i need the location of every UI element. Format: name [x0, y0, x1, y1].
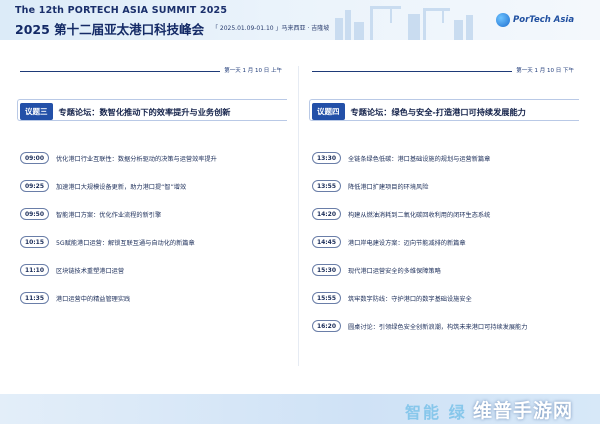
session-time: 09:25: [20, 180, 49, 192]
column-divider: [298, 66, 299, 366]
footer-slogan: 智能 绿: [405, 403, 467, 422]
session-time: 14:20: [312, 208, 341, 220]
topic-badge: 议题三: [20, 103, 53, 120]
topic-title: 专题论坛：数智化推动下的效率提升与业务创新: [58, 106, 231, 117]
agenda-column-morning: 第一天 1 月 10 日 上午 议题三 专题论坛：数智化推动下的效率提升与业务创…: [17, 66, 287, 304]
session-time: 16:20: [312, 320, 341, 332]
session-item: 15:55 筑牢数字防线：守护港口的数字基础设施安全: [312, 291, 472, 305]
session-time: 14:45: [312, 236, 341, 248]
session-item: 14:20 构建从燃油消耗到二氧化碳回收利用的闭环生态系统: [312, 207, 490, 221]
port-skyline-graphic: [335, 6, 473, 40]
topic-title: 专题论坛：绿色与安全-打造港口可持续发展能力: [350, 106, 526, 117]
date-header: 第一天 1 月 10 日 上午: [20, 66, 282, 76]
logo-text: PorTech Asia: [513, 15, 575, 25]
session-time: 15:55: [312, 292, 341, 304]
summit-title-cn: 2025 第十二届亚太港口科技峰会: [15, 22, 205, 37]
session-title: 加速港口大规模设备更新，助力港口提“智”增效: [56, 183, 187, 191]
session-item: 13:55 降低港口扩建项目的环境风险: [312, 179, 428, 193]
globe-icon: [496, 13, 510, 27]
session-item: 11:10 区块链技术重塑港口运营: [20, 263, 124, 277]
session-title: 降低港口扩建项目的环境风险: [348, 183, 429, 191]
divider-line: [20, 71, 220, 72]
session-title: 构建从燃油消耗到二氧化碳回收利用的闭环生态系统: [348, 211, 491, 219]
divider-line: [312, 71, 512, 72]
agenda-column-afternoon: 第一天 1 月 10 日 下午 议题四 专题论坛：绿色与安全-打造港口可持续发展…: [309, 66, 579, 332]
session-item: 13:30 全链条绿色低碳：港口基础设施的规划与运营新篇章: [312, 151, 490, 165]
summit-title-en: The 12th PORTECH ASIA SUMMIT 2025: [15, 5, 228, 16]
session-item: 16:20 圆桌讨论：引领绿色安全创新浪潮，构筑未来港口可持续发展能力: [312, 319, 527, 333]
session-time: 13:55: [312, 180, 341, 192]
session-time: 11:35: [20, 292, 49, 304]
topic-header: 议题四 专题论坛：绿色与安全-打造港口可持续发展能力: [312, 103, 526, 120]
session-item: 14:45 港口岸电建设方案：迈向节能减排的新篇章: [312, 235, 466, 249]
session-item: 09:25 加速港口大规模设备更新，助力港口提“智”增效: [20, 179, 186, 193]
session-title: 优化港口行业互联性：数据分析驱动的决策与运营效率提升: [56, 155, 217, 163]
session-item: 09:50 智能港口方案：优化作业流程的新引擎: [20, 207, 161, 221]
session-item: 11:35 港口运营中的精益管理实践: [20, 291, 130, 305]
session-time: 09:50: [20, 208, 49, 220]
session-title: 区块链技术重塑港口运营: [56, 267, 125, 275]
footer-band: 智能 绿 维普手游网: [0, 394, 600, 424]
date-header: 第一天 1 月 10 日 下午: [312, 66, 574, 76]
portech-logo: PorTech Asia: [496, 12, 574, 28]
session-time: 10:15: [20, 236, 49, 248]
session-time: 09:00: [20, 152, 49, 164]
session-title: 现代港口运营安全的多维保障策略: [348, 267, 441, 275]
session-item: 09:00 优化港口行业互联性：数据分析驱动的决策与运营效率提升: [20, 151, 217, 165]
date-label: 第一天 1 月 10 日 上午: [224, 68, 282, 74]
session-time: 13:30: [312, 152, 341, 164]
session-title: 圆桌讨论：引领绿色安全创新浪潮，构筑未来港口可持续发展能力: [348, 323, 528, 331]
session-title: 筑牢数字防线：守护港口的数字基础设施安全: [348, 295, 472, 303]
session-title: 智能港口方案：优化作业流程的新引擎: [56, 211, 162, 219]
watermark-text: 维普手游网: [473, 400, 574, 422]
session-time: 11:10: [20, 264, 49, 276]
session-title: 5G赋能港口运营：解锁互联互通与自动化的新篇章: [56, 239, 195, 247]
session-title: 港口岸电建设方案：迈向节能减排的新篇章: [348, 239, 466, 247]
session-title: 港口运营中的精益管理实践: [56, 295, 131, 303]
header-banner: The 12th PORTECH ASIA SUMMIT 2025 2025 第…: [0, 0, 600, 40]
summit-date-location: 「 2025.01.09-01.10 」马来西亚 · 吉隆坡: [212, 25, 330, 32]
topic-header: 议题三 专题论坛：数智化推动下的效率提升与业务创新: [20, 103, 230, 120]
session-title: 全链条绿色低碳：港口基础设施的规划与运营新篇章: [348, 155, 491, 163]
topic-badge: 议题四: [312, 103, 345, 120]
date-label: 第一天 1 月 10 日 下午: [516, 68, 574, 74]
session-item: 10:15 5G赋能港口运营：解锁互联互通与自动化的新篇章: [20, 235, 195, 249]
session-item: 15:30 现代港口运营安全的多维保障策略: [312, 263, 441, 277]
session-time: 15:30: [312, 264, 341, 276]
